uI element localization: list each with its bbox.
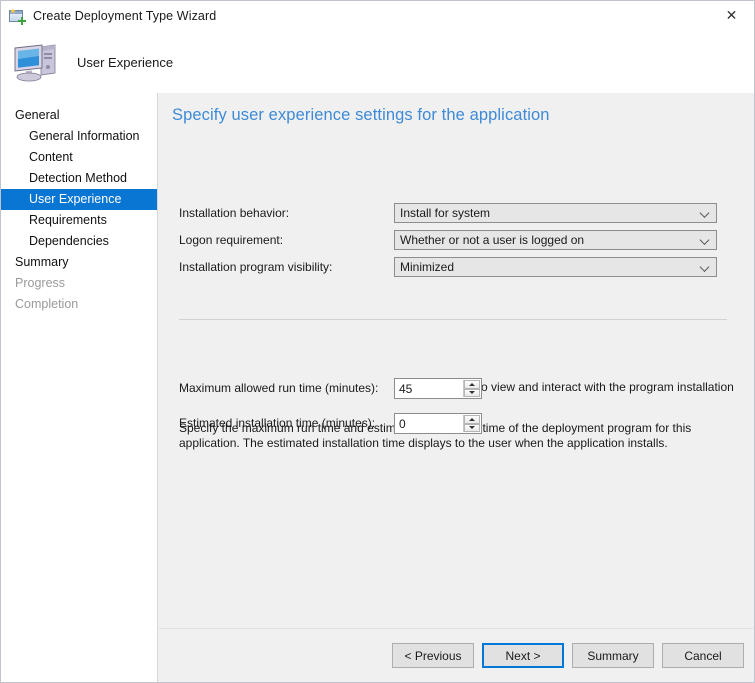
estimated-install-time-stepper[interactable]: 0 [394, 413, 482, 434]
wizard-content-pane: Specify user experience settings for the… [159, 93, 754, 682]
sidebar-item-general-information[interactable]: General Information [1, 126, 157, 147]
next-button[interactable]: Next > [482, 643, 564, 668]
header-title: User Experience [77, 54, 174, 70]
sidebar-item-summary[interactable]: Summary [1, 252, 157, 273]
logon-requirement-label: Logon requirement: [179, 233, 284, 247]
logon-requirement-dropdown[interactable]: Whether or not a user is logged on [394, 230, 717, 250]
spin-up-icon[interactable] [464, 380, 480, 389]
estimated-install-time-label: Estimated installation time (minutes): [179, 416, 376, 430]
max-run-time-spin-buttons[interactable] [463, 380, 480, 397]
computer-icon [11, 40, 61, 84]
cancel-button[interactable]: Cancel [662, 643, 744, 668]
program-visibility-label: Installation program visibility: [179, 260, 333, 274]
previous-button[interactable]: < Previous [392, 643, 474, 668]
create-deployment-type-wizard-window: Create Deployment Type Wizard ✕ User Exp… [0, 0, 755, 683]
user-experience-form: Installation behavior: Install for syste… [159, 93, 754, 628]
wizard-icon [9, 8, 26, 25]
spin-up-icon[interactable] [464, 415, 480, 424]
installation-behavior-row: Installation behavior: Install for syste… [179, 203, 737, 225]
title-bar: Create Deployment Type Wizard ✕ [1, 1, 754, 31]
close-icon[interactable]: ✕ [709, 1, 754, 30]
spin-down-icon[interactable] [464, 388, 480, 397]
sidebar-item-dependencies[interactable]: Dependencies [1, 231, 157, 252]
max-run-time-row: Maximum allowed run time (minutes): 45 [179, 378, 737, 400]
wizard-header: User Experience [1, 31, 754, 93]
chevron-down-icon [701, 263, 710, 272]
window-title: Create Deployment Type Wizard [33, 9, 217, 23]
logon-requirement-value: Whether or not a user is logged on [400, 233, 585, 247]
logon-requirement-row: Logon requirement: Whether or not a user… [179, 230, 737, 252]
sidebar-item-requirements[interactable]: Requirements [1, 210, 157, 231]
estimated-install-time-row: Estimated installation time (minutes): 0 [179, 413, 737, 435]
max-run-time-value[interactable]: 45 [395, 382, 412, 396]
sidebar-item-progress: Progress [15, 276, 66, 290]
installation-behavior-label: Installation behavior: [179, 206, 290, 220]
program-visibility-dropdown[interactable]: Minimized [394, 257, 717, 277]
sidebar-item-completion: Completion [15, 297, 79, 311]
installation-behavior-dropdown[interactable]: Install for system [394, 203, 717, 223]
program-visibility-row: Installation program visibility: Minimiz… [179, 257, 737, 279]
estimated-install-time-value[interactable]: 0 [395, 417, 406, 431]
program-visibility-value: Minimized [400, 260, 455, 274]
max-run-time-label: Maximum allowed run time (minutes): [179, 381, 379, 395]
summary-button[interactable]: Summary [572, 643, 654, 668]
estimated-install-time-spin-buttons[interactable] [463, 415, 480, 432]
max-run-time-stepper[interactable]: 45 [394, 378, 482, 399]
sidebar-item-general[interactable]: General [1, 105, 157, 126]
spin-down-icon[interactable] [464, 423, 480, 432]
chevron-down-icon [701, 209, 710, 218]
section-divider [179, 319, 727, 320]
sidebar-item-content[interactable]: Content [1, 147, 157, 168]
installation-behavior-value: Install for system [400, 206, 491, 220]
wizard-step-nav: General General Information Content Dete… [1, 93, 158, 682]
sidebar-item-user-experience[interactable]: User Experience [1, 189, 157, 210]
chevron-down-icon [701, 236, 710, 245]
wizard-footer: < Previous Next > Summary Cancel [159, 629, 754, 682]
sidebar-item-detection-method[interactable]: Detection Method [1, 168, 157, 189]
dialog-body: General General Information Content Dete… [1, 93, 754, 682]
